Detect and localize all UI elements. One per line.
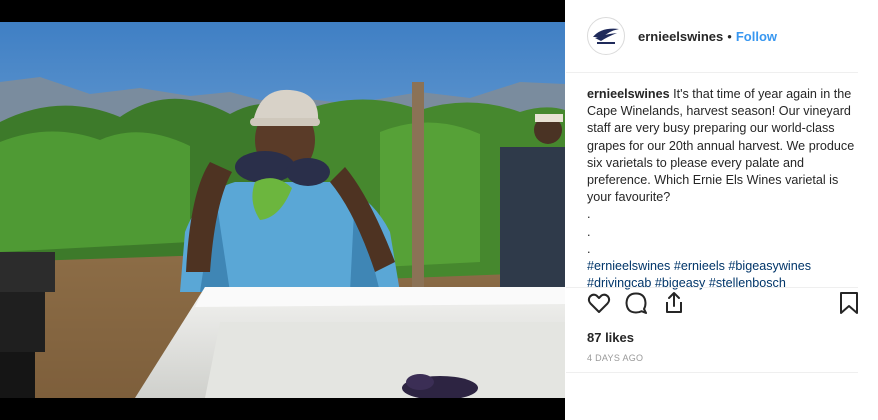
caption-dots: . . . [587,206,855,258]
post-actions [566,287,858,321]
post-caption: ernieelswines It's that time of year aga… [587,86,855,292]
heart-icon [587,293,611,313]
share-icon [666,292,682,313]
like-button[interactable] [586,290,612,316]
post-header: ernieelswines • Follow [566,0,858,73]
post-timestamp[interactable]: 4 DAYS AGO [587,353,643,363]
caption-dot: . [587,241,591,256]
hashtag-link[interactable]: #ernieels [674,259,729,273]
caption-dot: . [587,207,591,222]
comment-button[interactable] [623,290,649,316]
caption-dot: . [587,224,591,239]
post-media[interactable] [0,0,565,420]
comment-icon [625,292,647,314]
share-button[interactable] [661,290,687,316]
ernie-els-logo-icon [593,28,619,44]
caption-text: It's that time of year again in the Cape… [587,87,855,205]
caption-username[interactable]: ernieelswines [587,87,673,101]
post-username[interactable]: ernieelswines [638,29,723,44]
avatar[interactable] [587,17,625,55]
header-separator: • [727,28,732,44]
post-photo[interactable] [0,22,565,398]
bookmark-icon [840,292,858,314]
hashtag-link[interactable]: #bigeasywines [728,259,811,273]
save-button[interactable] [836,290,862,316]
divider [566,372,858,373]
post-side-panel: ernieelswines • Follow ernieelswines It'… [566,0,878,420]
vineyard-harvest-photo [0,22,565,398]
hashtag-link[interactable]: #ernieelswines [587,259,674,273]
likes-count[interactable]: 87 likes [587,330,634,345]
follow-button[interactable]: Follow [736,29,777,44]
